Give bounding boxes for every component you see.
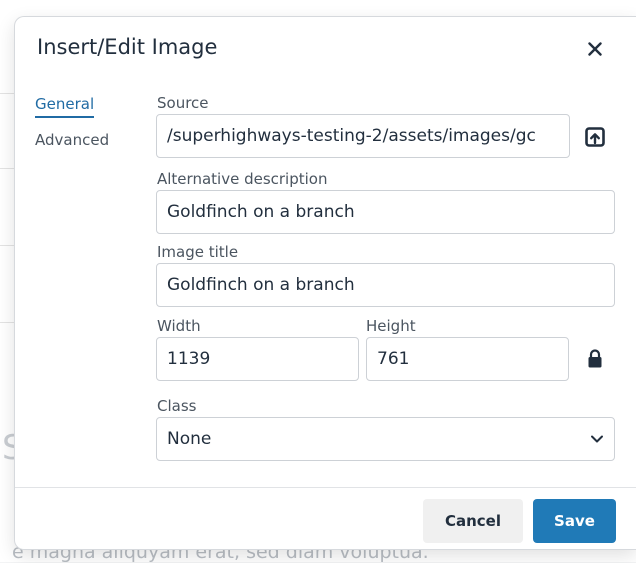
cancel-button[interactable]: Cancel [423, 499, 523, 543]
source-label: Source [157, 94, 209, 112]
tab-general[interactable]: General [35, 93, 145, 129]
alt-value: Goldfinch on a branch [167, 202, 355, 222]
class-label: Class [157, 397, 197, 415]
insert-edit-image-dialog: Insert/Edit Image General Advanced Sourc… [14, 16, 636, 550]
browse-button[interactable] [581, 123, 609, 151]
tab-advanced[interactable]: Advanced [35, 129, 145, 165]
source-input[interactable]: /superhighways-testing-2/assets/images/g… [156, 114, 570, 158]
save-button[interactable]: Save [533, 499, 616, 543]
class-value: None [167, 429, 212, 449]
chevron-down-icon [591, 435, 603, 443]
height-value: 761 [377, 349, 410, 369]
width-input[interactable]: 1139 [156, 337, 359, 381]
image-title-label: Image title [157, 243, 239, 261]
width-label: Width [157, 317, 201, 335]
constrain-proportions-button[interactable] [581, 345, 609, 373]
tab-advanced-label: Advanced [35, 131, 110, 149]
class-select[interactable]: None [156, 417, 615, 461]
image-title-input[interactable]: Goldfinch on a branch [156, 263, 615, 307]
height-input[interactable]: 761 [366, 337, 569, 381]
lock-icon [588, 349, 602, 368]
width-value: 1139 [167, 349, 211, 369]
image-title-value: Goldfinch on a branch [167, 275, 355, 295]
alt-input[interactable]: Goldfinch on a branch [156, 190, 615, 234]
dialog-title: Insert/Edit Image [37, 35, 218, 59]
dialog-header: Insert/Edit Image [15, 17, 636, 81]
upload-icon [585, 127, 605, 147]
footer-divider [15, 487, 636, 488]
height-label: Height [366, 317, 416, 335]
tab-general-label: General [35, 93, 95, 118]
dialog-tabs: General Advanced [35, 93, 145, 165]
source-value: /superhighways-testing-2/assets/images/g… [167, 126, 536, 146]
close-button[interactable] [582, 36, 608, 62]
alt-label: Alternative description [157, 170, 328, 188]
close-icon [588, 42, 602, 56]
